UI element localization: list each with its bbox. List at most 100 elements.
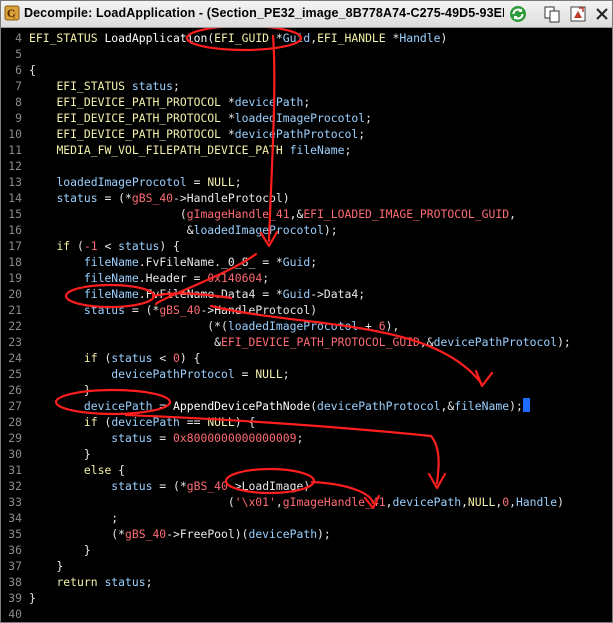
code-text[interactable]: if (status < 0) { xyxy=(29,350,201,366)
code-text[interactable]: (*(loadedImageProcotol + 6), xyxy=(29,318,399,334)
code-text[interactable]: EFI_DEVICE_PATH_PROTOCOL *loadedImagePro… xyxy=(29,110,371,126)
copy-icon[interactable] xyxy=(542,4,562,24)
code-text[interactable]: status = 0x8000000000000009; xyxy=(29,430,303,446)
code-text[interactable]: fileName.Header = 0x140604; xyxy=(29,270,269,286)
code-line[interactable]: 36 } xyxy=(1,542,612,558)
code-text[interactable]: &EFI_DEVICE_PATH_PROTOCOL_GUID,&devicePa… xyxy=(29,334,571,350)
code-line[interactable]: 29 status = 0x8000000000000009; xyxy=(1,430,612,446)
code-token: status xyxy=(104,575,146,589)
line-number: 23 xyxy=(8,335,22,349)
code-line[interactable]: 10 EFI_DEVICE_PATH_PROTOCOL *devicePathP… xyxy=(1,126,612,142)
code-token: fileName xyxy=(83,271,139,285)
code-line[interactable]: 18 fileName.FvFileName._0_8_ = *Guid; xyxy=(1,254,612,270)
code-text[interactable]: status = (*gBS_40->HandleProtocol) xyxy=(29,190,289,206)
code-line[interactable]: 31 else { xyxy=(1,462,612,478)
title-bar[interactable]: C f Decompile: LoadApplication - (Sectio… xyxy=(1,1,612,28)
code-text[interactable]: (gImageHandle_41,&EFI_LOADED_IMAGE_PROTO… xyxy=(29,206,516,222)
code-line[interactable]: 11 MEDIA_FW_VOL_FILEPATH_DEVICE_PATH fil… xyxy=(1,142,612,158)
code-text[interactable]: } xyxy=(29,446,91,462)
code-token: = xyxy=(152,431,174,445)
code-token: } xyxy=(29,559,64,573)
code-text[interactable]: return status; xyxy=(29,574,152,590)
snapshot-icon[interactable] xyxy=(568,4,588,24)
code-line[interactable]: 28 if (devicePath == NULL) { xyxy=(1,414,612,430)
close-icon[interactable] xyxy=(592,4,612,24)
code-token: MEDIA_FW_VOL_FILEPATH_DEVICE_PATH xyxy=(56,143,290,157)
code-line[interactable]: 17 if (-1 < status) { xyxy=(1,238,612,254)
code-line[interactable]: 4 EFI_STATUS LoadApplication(EFI_GUID *Gu… xyxy=(1,30,612,46)
code-text[interactable]: EFI_STATUS LoadApplication(EFI_GUID *Gui… xyxy=(29,30,447,46)
code-text[interactable]: else { xyxy=(29,462,125,478)
code-line[interactable]: 39} xyxy=(1,590,612,606)
line-number: 5 xyxy=(15,47,22,61)
code-line[interactable]: 26 } xyxy=(1,382,612,398)
code-line[interactable]: 14 status = (*gBS_40->HandleProtocol) xyxy=(1,190,612,206)
code-text[interactable]: EFI_DEVICE_PATH_PROTOCOL *devicePath; xyxy=(29,94,310,110)
line-number: 22 xyxy=(8,319,22,333)
code-line[interactable]: 5 xyxy=(1,46,612,62)
code-line[interactable]: 8 EFI_DEVICE_PATH_PROTOCOL *devicePath; xyxy=(1,94,612,110)
code-line[interactable]: 37 } xyxy=(1,558,612,574)
code-line[interactable]: 16 &loadedImageProcotol); xyxy=(1,222,612,238)
code-line[interactable]: 13 loadedImageProcotol = NULL; xyxy=(1,174,612,190)
line-number: 4 xyxy=(15,31,22,45)
line-number: 30 xyxy=(8,447,22,461)
code-token: status xyxy=(131,79,174,93)
code-line[interactable]: 35 (*gBS_40->FreePool)(devicePath); xyxy=(1,526,612,542)
line-number: 31 xyxy=(8,463,22,477)
line-number: 24 xyxy=(8,351,22,365)
code-line[interactable]: 15 (gImageHandle_41,&EFI_LOADED_IMAGE_PR… xyxy=(1,206,612,222)
code-line[interactable]: 6{ xyxy=(1,62,612,78)
code-line[interactable]: 22 (*(loadedImageProcotol + 6), xyxy=(1,318,612,334)
code-line[interactable]: 40 xyxy=(1,606,612,622)
code-token: ( xyxy=(77,239,84,253)
code-token: ) xyxy=(440,31,448,45)
code-text[interactable]: if (devicePath == NULL) { xyxy=(29,414,255,430)
code-line[interactable]: 12 xyxy=(1,158,612,174)
code-line[interactable]: 34 ; xyxy=(1,510,612,526)
code-line[interactable]: 23 &EFI_DEVICE_PATH_PROTOCOL_GUID,&devic… xyxy=(1,334,612,350)
code-text[interactable]: fileName.FvFileName.Data4 = *Guid->Data4… xyxy=(29,286,365,302)
code-line[interactable]: 20 fileName.FvFileName.Data4 = *Guid->Da… xyxy=(1,286,612,302)
code-text[interactable]: status = (*gBS_40->LoadImage) xyxy=(29,478,310,494)
code-text[interactable]: devicePath = AppendDevicePathNode(device… xyxy=(29,398,530,414)
code-token: .FvFileName.Data4 = * xyxy=(138,287,283,301)
code-text[interactable]: EFI_STATUS status; xyxy=(29,78,179,94)
code-line[interactable]: 38 return status; xyxy=(1,574,612,590)
code-line[interactable]: 9 EFI_DEVICE_PATH_PROTOCOL *loadedImageP… xyxy=(1,110,612,126)
code-text[interactable]: ('\x01',gImageHandle_41,devicePath,NULL,… xyxy=(29,494,564,510)
code-text[interactable]: } xyxy=(29,558,63,574)
code-line[interactable]: 32 status = (*gBS_40->LoadImage) xyxy=(1,478,612,494)
code-text[interactable]: { xyxy=(29,62,36,78)
code-text[interactable]: } xyxy=(29,590,36,606)
code-line[interactable]: 27 devicePath = AppendDevicePathNode(dev… xyxy=(1,398,612,414)
code-text[interactable]: EFI_DEVICE_PATH_PROTOCOL *devicePathProt… xyxy=(29,126,365,142)
code-text[interactable]: &loadedImageProcotol); xyxy=(29,222,338,238)
code-text[interactable]: fileName.FvFileName._0_8_ = *Guid; xyxy=(29,254,317,270)
code-line[interactable]: 21 status = (*gBS_40->HandleProtocol) xyxy=(1,302,612,318)
code-text[interactable]: loadedImageProcotol = NULL; xyxy=(29,174,241,190)
code-text[interactable]: MEDIA_FW_VOL_FILEPATH_DEVICE_PATH fileNa… xyxy=(29,142,351,158)
code-line[interactable]: 25 devicePathProtocol = NULL; xyxy=(1,366,612,382)
code-text[interactable]: (*gBS_40->FreePool)(devicePath); xyxy=(29,526,330,542)
code-text[interactable]: } xyxy=(29,382,91,398)
code-line[interactable]: 33 ('\x01',gImageHandle_41,devicePath,NU… xyxy=(1,494,612,510)
code-listing[interactable]: 4 EFI_STATUS LoadApplication(EFI_GUID *Gu… xyxy=(1,28,612,622)
code-line[interactable]: 30 } xyxy=(1,446,612,462)
refresh-icon[interactable] xyxy=(508,4,528,24)
code-token: ); xyxy=(557,335,571,349)
code-line[interactable]: 7 EFI_STATUS status; xyxy=(1,78,612,94)
code-text[interactable]: ; xyxy=(29,510,118,526)
code-text[interactable]: status = (*gBS_40->HandleProtocol) xyxy=(29,302,317,318)
line-number: 10 xyxy=(8,127,22,141)
code-text[interactable]: if (-1 < status) { xyxy=(29,238,179,254)
code-text[interactable]: devicePathProtocol = NULL; xyxy=(29,366,289,382)
code-text[interactable]: } xyxy=(29,542,91,558)
line-number: 40 xyxy=(8,607,22,621)
code-line[interactable]: 24 if (status < 0) { xyxy=(1,350,612,366)
code-line[interactable]: 19 fileName.Header = 0x140604; xyxy=(1,270,612,286)
